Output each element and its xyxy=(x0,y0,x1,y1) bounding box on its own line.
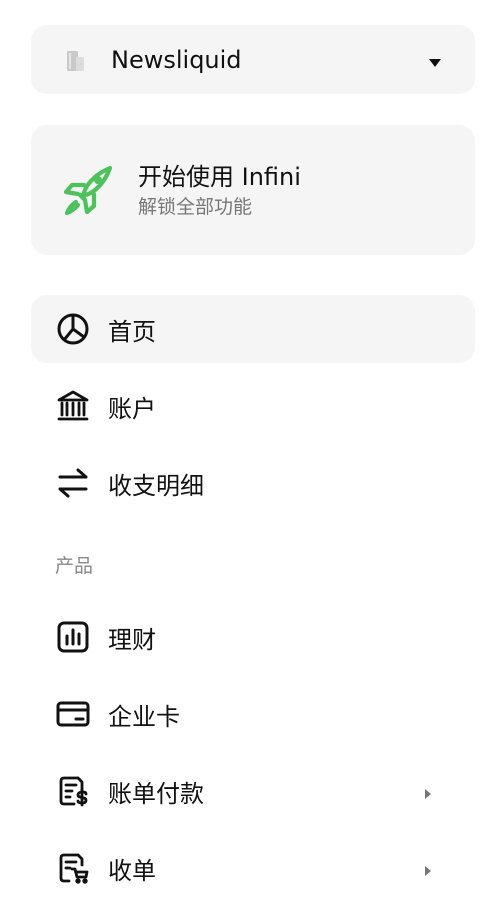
credit-card-icon xyxy=(55,696,91,732)
nav-item-label: 收单 xyxy=(108,856,156,885)
nav-item-corporate-card[interactable]: 企业卡 xyxy=(31,680,475,748)
onboarding-subtitle: 解锁全部功能 xyxy=(138,195,253,218)
nav-item-wealth[interactable]: 理财 xyxy=(31,603,475,671)
bar-chart-icon xyxy=(55,619,91,655)
nav-item-label: 企业卡 xyxy=(108,702,180,731)
nav-item-label: 理财 xyxy=(108,625,156,654)
onboarding-title: 开始使用 Infini xyxy=(138,162,301,191)
chevron-right-icon xyxy=(423,862,433,876)
sidebar-page: Newsliquid 开始使用 Infini 解锁全部功能 首页 账户 收支明细… xyxy=(0,0,485,900)
caret-down-icon xyxy=(427,54,443,67)
building-icon xyxy=(61,46,89,74)
rocket-icon xyxy=(58,160,118,220)
nav-item-label: 账户 xyxy=(108,394,156,423)
bill-dollar-icon xyxy=(55,773,91,809)
pie-chart-icon xyxy=(55,311,91,347)
nav-item-label: 首页 xyxy=(108,317,156,346)
nav-item-transactions[interactable]: 收支明细 xyxy=(31,449,475,517)
nav-item-bill-payment[interactable]: 账单付款 xyxy=(31,757,475,825)
onboarding-card[interactable]: 开始使用 Infini 解锁全部功能 xyxy=(31,125,475,255)
org-name: Newsliquid xyxy=(111,45,242,74)
chevron-right-icon xyxy=(423,785,433,799)
nav-item-home[interactable]: 首页 xyxy=(31,295,475,363)
org-switcher[interactable]: Newsliquid xyxy=(31,25,475,94)
transfer-arrows-icon xyxy=(55,465,91,501)
nav-item-account[interactable]: 账户 xyxy=(31,372,475,440)
section-label-products: 产品 xyxy=(55,555,94,577)
nav-item-label: 账单付款 xyxy=(108,779,204,808)
receipt-cart-icon xyxy=(55,850,91,886)
bank-icon xyxy=(55,388,91,424)
nav-item-label: 收支明细 xyxy=(108,471,204,500)
nav-item-acquiring[interactable]: 收单 xyxy=(31,834,475,900)
